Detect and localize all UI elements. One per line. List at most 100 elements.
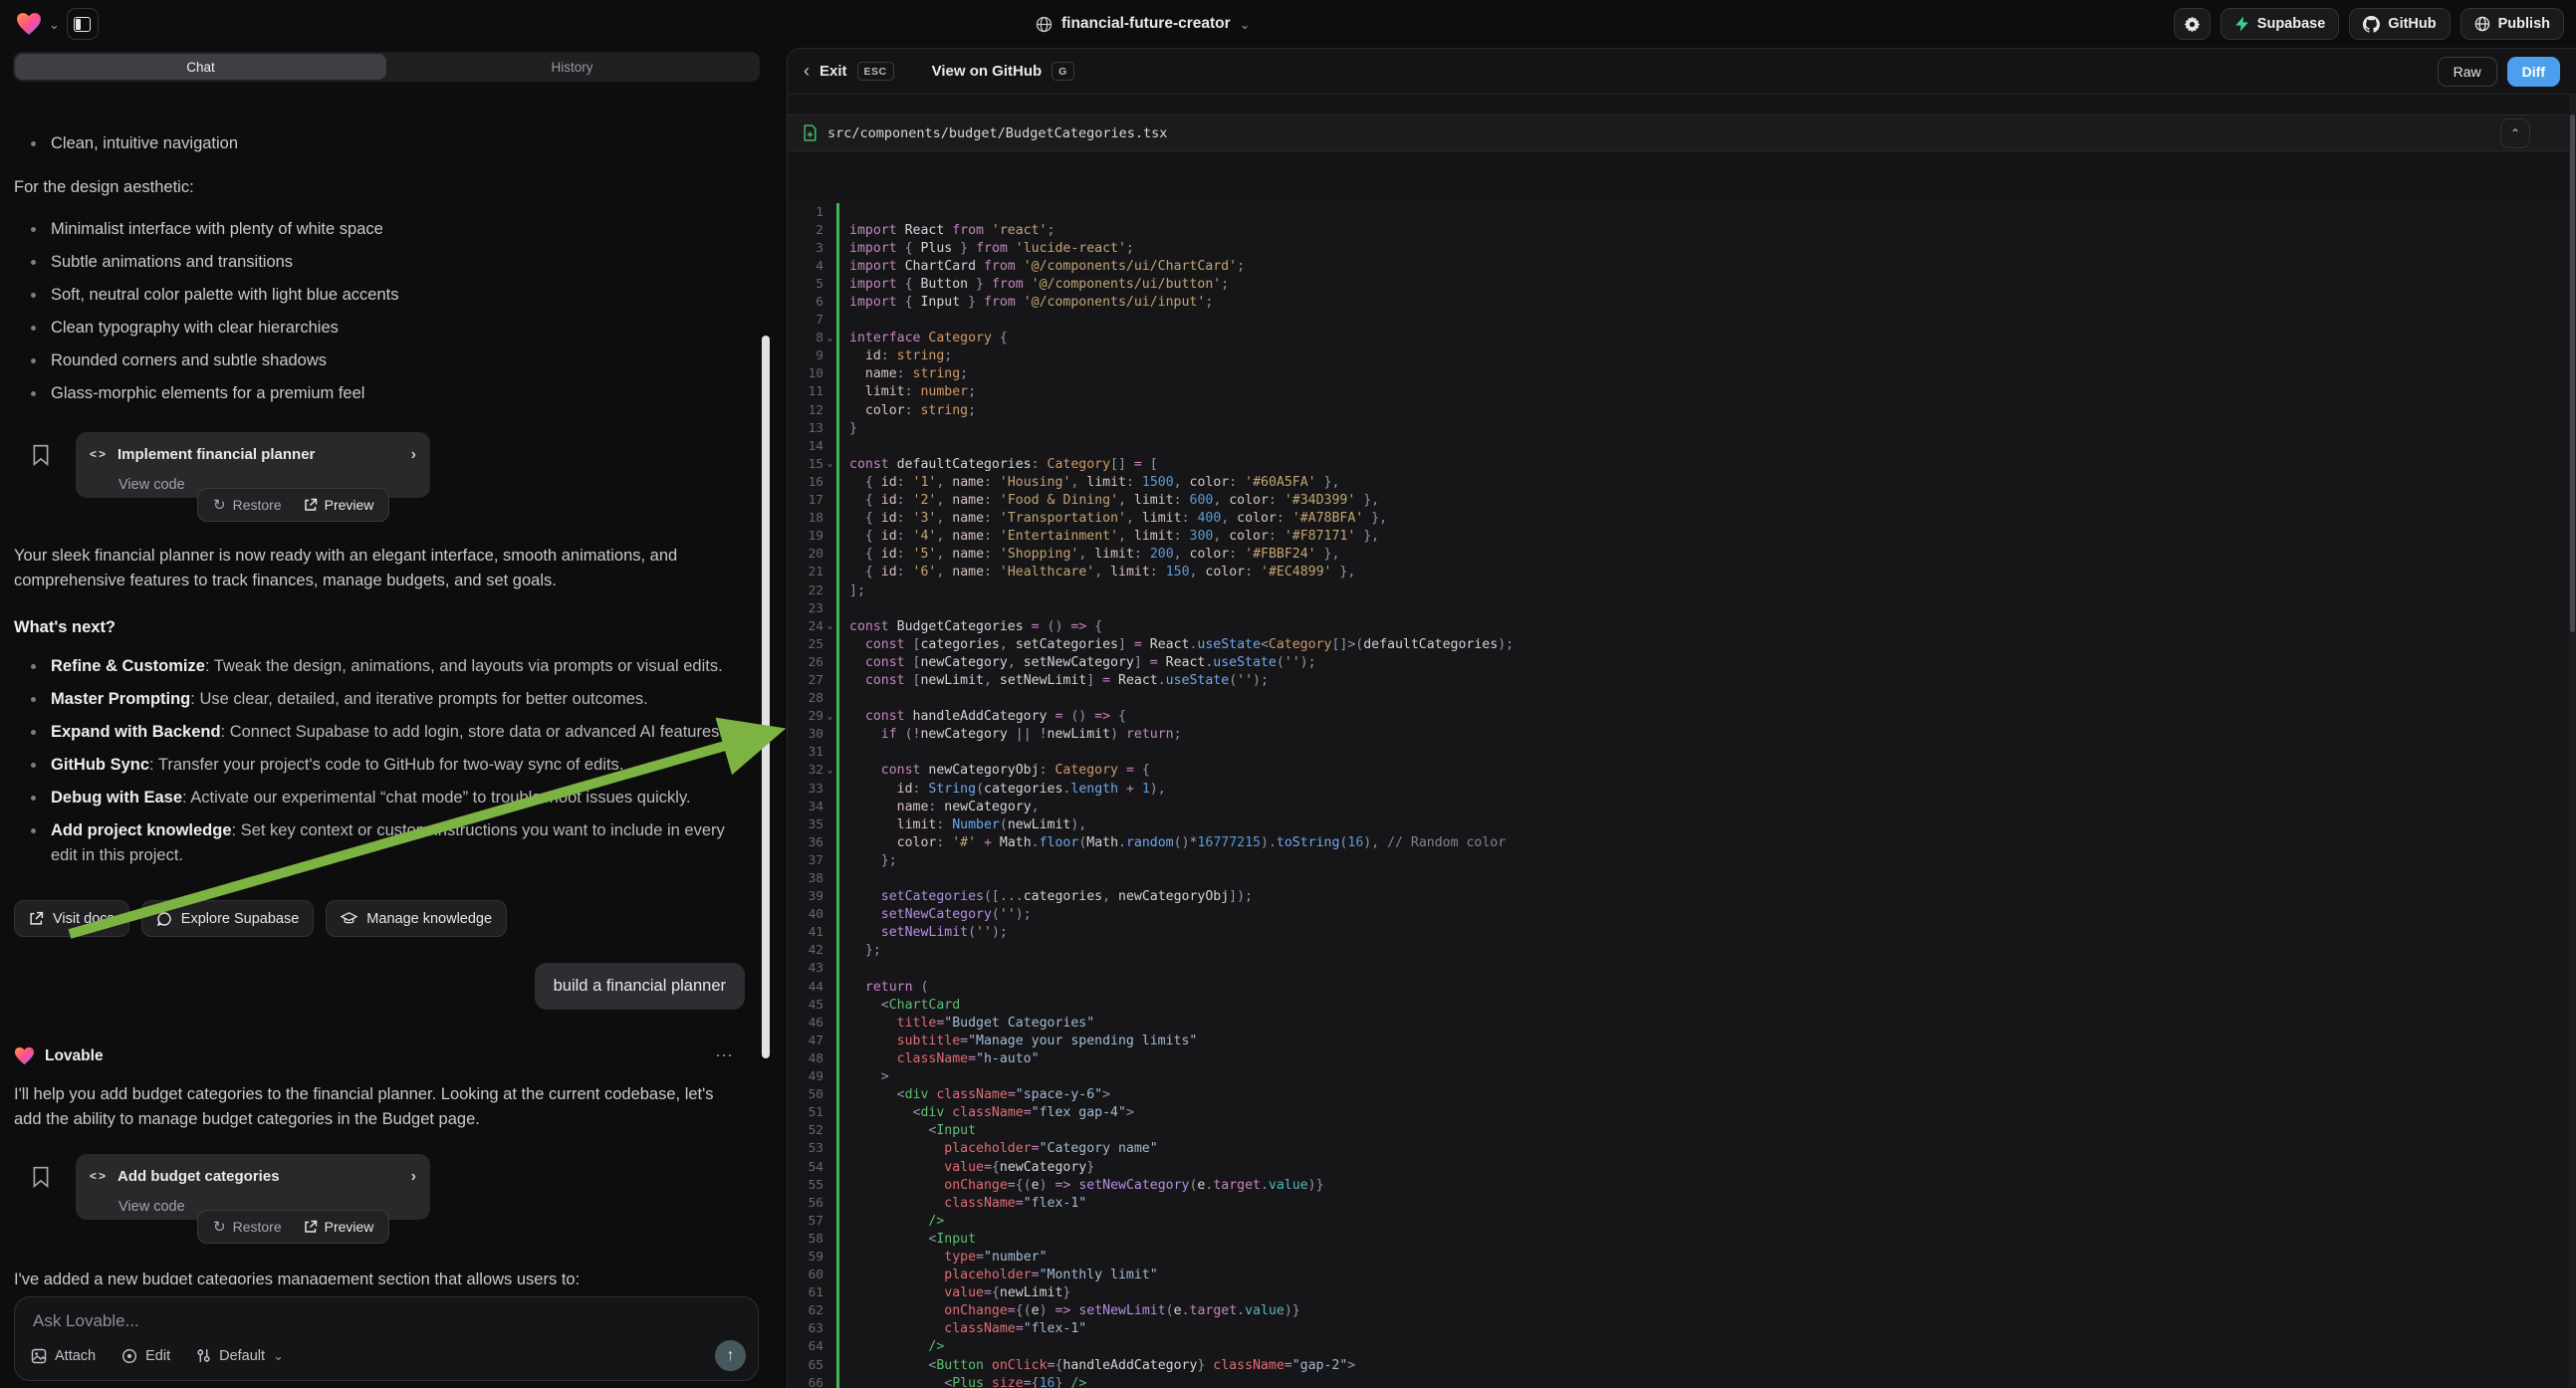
supabase-label: Supabase [2257, 16, 2326, 32]
assistant-paragraph: I've added a new budget categories manag… [14, 1268, 745, 1284]
code-text: limit: number; [849, 384, 976, 399]
publish-button[interactable]: Publish [2460, 8, 2564, 40]
tab-chat[interactable]: Chat [15, 54, 386, 80]
bullet-dot [31, 763, 36, 768]
diff-added-bar [836, 635, 839, 653]
bookmark-icon[interactable] [32, 444, 50, 466]
diff-added-bar [836, 1356, 839, 1374]
bookmark-icon[interactable] [32, 1166, 50, 1188]
bullet-dot [31, 697, 36, 702]
code-text: const handleAddCategory = () => { [849, 709, 1126, 724]
code-line: 57 /> [788, 1212, 2576, 1230]
visit-docs-button[interactable]: Visit docs [14, 900, 129, 937]
attach-button[interactable]: Attach [31, 1348, 96, 1364]
assistant-header: Lovable ⋯ [14, 1043, 745, 1068]
line-number: 20 [788, 547, 823, 562]
diff-toggle-button[interactable]: Diff [2507, 57, 2560, 87]
manage-knowledge-button[interactable]: Manage knowledge [326, 900, 507, 937]
collapse-file-button[interactable]: ⌃ [2500, 118, 2530, 148]
restore-button[interactable]: ↻ Restore [204, 496, 291, 514]
raw-toggle-button[interactable]: Raw [2438, 57, 2497, 87]
diff-added-bar [836, 960, 839, 978]
g-key-badge: G [1052, 62, 1074, 81]
code-line: 55 onChange={(e) => setNewCategory(e.tar… [788, 1176, 2576, 1194]
model-default-selector[interactable]: Default ⌄ [196, 1348, 284, 1364]
code-text: placeholder="Category name" [849, 1141, 1158, 1156]
preview-button[interactable]: Preview [295, 497, 383, 513]
code-text: /> [849, 1214, 944, 1229]
code-line: 42 }; [788, 942, 2576, 960]
code-line: 30 if (!newCategory || !newLimit) return… [788, 726, 2576, 744]
send-button[interactable]: ↑ [715, 1340, 746, 1371]
line-number: 15 [788, 457, 823, 472]
code-text: setNewLimit(''); [849, 925, 1008, 940]
code-text: title="Budget Categories" [849, 1016, 1094, 1031]
file-path: src/components/budget/BudgetCategories.t… [827, 125, 1167, 141]
fold-chevron-icon[interactable]: ⌄ [823, 712, 836, 722]
line-number: 14 [788, 439, 823, 454]
chevron-up-icon: ⌃ [2510, 126, 2520, 140]
list-item: Clean, intuitive navigation [14, 131, 745, 156]
fold-chevron-icon[interactable]: ⌄ [823, 766, 836, 776]
tab-history[interactable]: History [386, 54, 758, 80]
bullet-dot [31, 391, 36, 396]
quick-actions: Visit docs Explore Supabase Manage knowl… [14, 900, 745, 937]
line-number: 18 [788, 511, 823, 526]
code-line: 31 [788, 744, 2576, 762]
code-text: const [categories, setCategories] = Reac… [849, 637, 1514, 652]
line-number: 66 [788, 1376, 823, 1388]
prompt-input[interactable]: Ask Lovable... [33, 1311, 139, 1331]
chevron-right-icon: › [411, 1164, 416, 1189]
code-text: { id: '2', name: 'Food & Dining', limit:… [849, 493, 1379, 508]
project-title: financial-future-creator [1061, 15, 1231, 33]
preview-button[interactable]: Preview [295, 1219, 383, 1235]
chat-scrollbar-thumb[interactable] [762, 336, 770, 1058]
diff-added-bar [836, 1267, 839, 1284]
restore-button[interactable]: ↻ Restore [204, 1218, 291, 1236]
line-number: 29 [788, 709, 823, 724]
settings-button[interactable] [2174, 8, 2211, 40]
code-scrollbar-thumb[interactable] [2570, 115, 2575, 632]
whats-next-heading: What's next? [14, 615, 745, 640]
external-link-icon [304, 498, 318, 512]
chat-bubble-icon [156, 911, 172, 927]
line-number: 19 [788, 529, 823, 544]
view-on-github-button[interactable]: View on GitHub G [932, 62, 1074, 81]
diff-added-bar [836, 617, 839, 635]
chat-scroll-area[interactable]: Clean, intuitive navigation For the desi… [0, 104, 757, 1284]
supabase-button[interactable]: Supabase [2221, 8, 2340, 40]
explore-supabase-button[interactable]: Explore Supabase [141, 900, 315, 937]
diff-added-bar [836, 815, 839, 833]
code-editor[interactable]: 12import React from 'react';3import { Pl… [788, 198, 2576, 1388]
diff-added-bar [836, 419, 839, 437]
line-number: 62 [788, 1303, 823, 1318]
github-button[interactable]: GitHub [2349, 8, 2450, 40]
line-number: 32 [788, 763, 823, 778]
diff-added-bar [836, 510, 839, 528]
list-item: Debug with Ease: Activate our experiment… [14, 786, 745, 810]
diff-added-bar [836, 1049, 839, 1067]
diff-added-bar [836, 924, 839, 942]
diff-added-bar [836, 581, 839, 599]
code-line: 15⌄const defaultCategories: Category[] =… [788, 455, 2576, 473]
lovable-heart-logo[interactable] [16, 12, 42, 36]
code-line: 46 title="Budget Categories" [788, 1014, 2576, 1032]
code-line: 66 <Plus size={16} /> [788, 1374, 2576, 1388]
code-text: <div className="flex gap-4"> [849, 1105, 1134, 1120]
github-label: GitHub [2388, 16, 2436, 32]
fold-chevron-icon[interactable]: ⌄ [823, 334, 836, 344]
exit-button[interactable]: ‹ Exit ESC [804, 61, 894, 82]
diff-added-bar [836, 1086, 839, 1104]
fold-chevron-icon[interactable]: ⌄ [823, 459, 836, 469]
code-line: 47 subtitle="Manage your spending limits… [788, 1032, 2576, 1049]
prompt-composer[interactable]: Ask Lovable... Attach Edit [14, 1296, 759, 1381]
message-menu-button[interactable]: ⋯ [715, 1043, 735, 1068]
file-path-bar[interactable]: src/components/budget/BudgetCategories.t… [788, 115, 2576, 151]
edit-button[interactable]: Edit [121, 1348, 170, 1364]
code-text: const newCategoryObj: Category = { [849, 763, 1150, 778]
toggle-sidebar-button[interactable] [67, 8, 99, 40]
chevron-down-icon[interactable]: ⌄ [49, 18, 60, 31]
fold-chevron-icon[interactable]: ⌄ [823, 621, 836, 631]
line-number: 26 [788, 655, 823, 670]
project-switcher[interactable]: financial-future-creator ⌄ [1036, 0, 1251, 48]
